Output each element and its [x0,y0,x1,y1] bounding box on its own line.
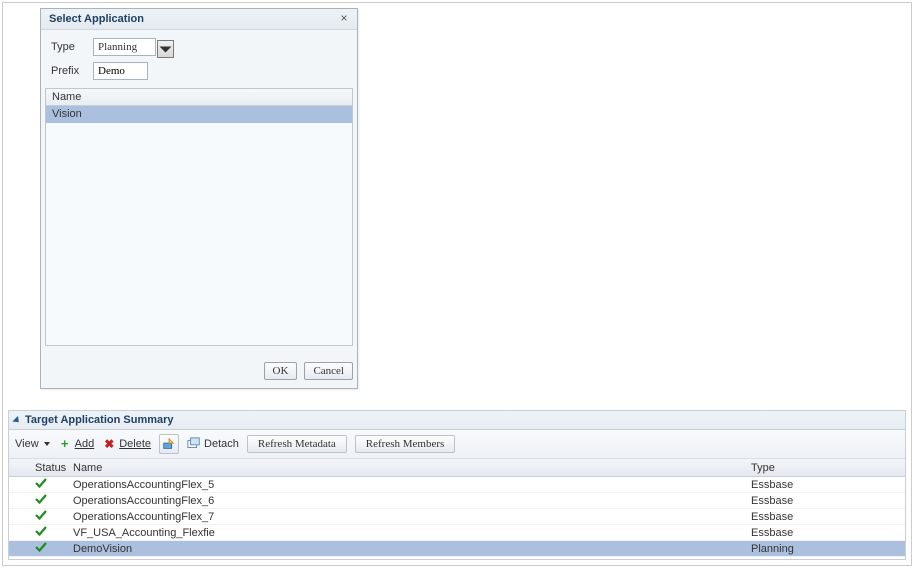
prefix-label: Prefix [51,65,93,77]
chevron-down-icon [44,442,50,446]
col-header-type[interactable]: Type [747,462,905,474]
add-label: Add [75,438,95,450]
status-cell [9,541,69,556]
dropdown-button[interactable] [157,40,174,58]
col-header-status[interactable]: Status [9,462,69,474]
edit-icon [162,437,176,451]
ok-button[interactable]: OK [264,362,298,380]
target-application-summary-panel: Target Application Summary View + Add ✖ … [8,410,906,560]
refresh-metadata-button[interactable]: Refresh Metadata [247,435,347,453]
status-cell [9,493,69,508]
dialog-header: Select Application × [41,9,357,30]
dialog-body: Type Planning Prefix Name Vision [41,30,357,362]
delete-icon: ✖ [102,437,116,451]
status-cell [9,477,69,492]
view-menu[interactable]: View [15,438,50,450]
status-cell [9,525,69,540]
checkmark-icon [35,509,47,521]
col-header-name[interactable]: Name [69,462,747,474]
summary-title: Target Application Summary [25,414,174,426]
table-body: OperationsAccountingFlex_5EssbaseOperati… [9,477,905,559]
list-item[interactable]: Vision [46,106,352,123]
type-cell: Essbase [747,511,905,523]
table-row[interactable]: VF_USA_Accounting_FlexfieEssbase [9,525,905,541]
type-cell: Essbase [747,495,905,507]
select-application-dialog: Select Application × Type Planning Prefi… [40,8,358,389]
type-select[interactable]: Planning [93,38,156,56]
application-list: Name Vision [45,88,353,346]
type-row: Type Planning [51,40,347,54]
type-cell: Essbase [747,479,905,491]
table-header-row: Status Name Type [9,459,905,477]
name-cell: VF_USA_Accounting_Flexfie [69,527,747,539]
name-cell: OperationsAccountingFlex_7 [69,511,747,523]
checkmark-icon [35,525,47,537]
status-cell [9,509,69,524]
disclosure-icon[interactable] [12,415,21,424]
checkmark-icon [35,493,47,505]
checkmark-icon [35,477,47,489]
prefix-row: Prefix [51,62,347,80]
close-icon[interactable]: × [337,12,351,26]
summary-toolbar: View + Add ✖ Delete Detach Refresh Metad… [9,430,905,459]
plus-icon: + [58,437,72,451]
edit-button[interactable] [159,434,179,454]
chevron-down-icon [158,42,173,57]
dialog-footer: OK Cancel [41,362,357,388]
table-row[interactable]: OperationsAccountingFlex_5Essbase [9,477,905,493]
summary-content: Status Name Type OperationsAccountingFle… [9,459,905,559]
table-row[interactable]: OperationsAccountingFlex_6Essbase [9,493,905,509]
list-header-name: Name [46,89,352,106]
detach-label: Detach [204,438,239,450]
type-cell: Essbase [747,527,905,539]
add-button[interactable]: + Add [58,437,95,451]
table-row[interactable]: OperationsAccountingFlex_7Essbase [9,509,905,525]
name-cell: OperationsAccountingFlex_5 [69,479,747,491]
prefix-input[interactable] [93,62,148,80]
table-row[interactable]: DemoVisionPlanning [9,541,905,557]
type-label: Type [51,41,93,53]
cancel-button[interactable]: Cancel [304,362,353,380]
checkmark-icon [35,541,47,553]
delete-label: Delete [119,438,151,450]
refresh-members-button[interactable]: Refresh Members [355,435,456,453]
detach-button[interactable]: Detach [187,437,239,451]
summary-header: Target Application Summary [9,411,905,430]
name-cell: OperationsAccountingFlex_6 [69,495,747,507]
dialog-title: Select Application [49,13,144,25]
delete-button[interactable]: ✖ Delete [102,437,151,451]
view-label: View [15,438,39,450]
detach-icon [187,437,201,451]
name-cell: DemoVision [69,543,747,555]
type-cell: Planning [747,543,905,555]
